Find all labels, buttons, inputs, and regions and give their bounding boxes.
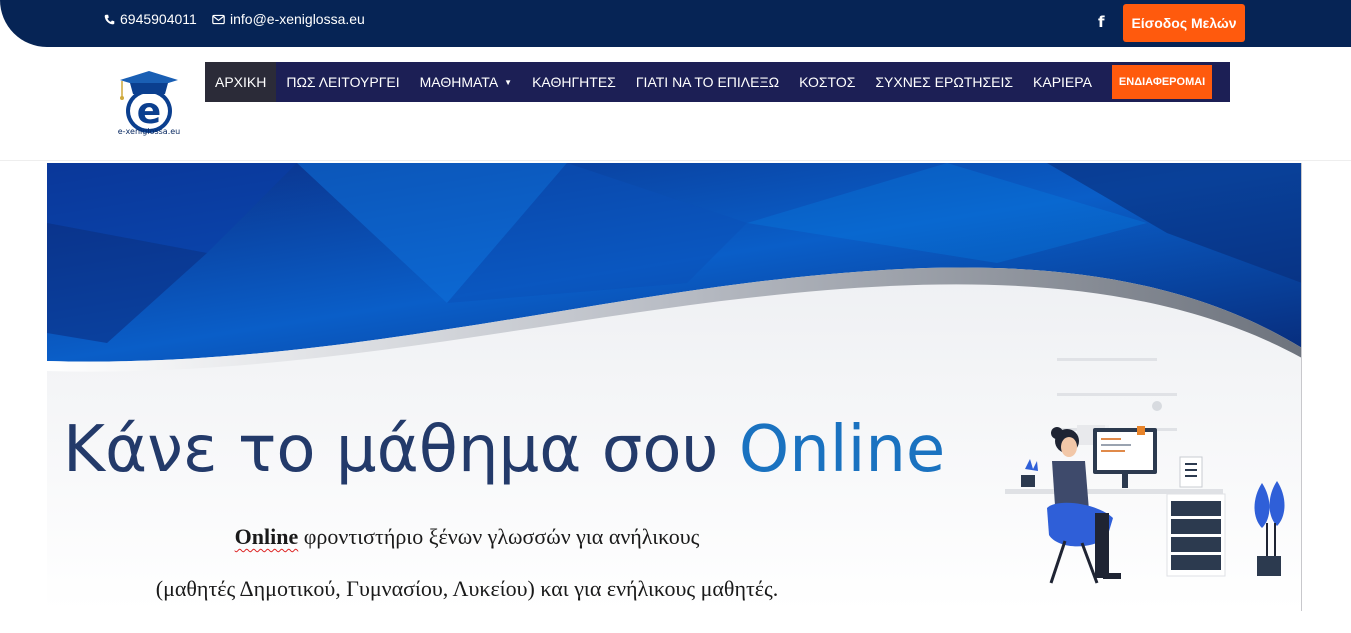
nav-item-label: ΣΥΧΝΕΣ ΕΡΩΤΗΣΕΙΣ bbox=[875, 74, 1014, 90]
nav-item-label: ΠΩΣ ΛΕΙΤΟΥΡΓΕΙ bbox=[286, 74, 400, 90]
site-header: e e-xeniglossa.eu ΑΡΧΙΚΗ ΠΩΣ ΛΕΙΤΟΥΡΓΕΙ … bbox=[0, 47, 1351, 161]
nav-item-label: ΚΑΘΗΓΗΤΕΣ bbox=[532, 74, 616, 90]
nav-item-home[interactable]: ΑΡΧΙΚΗ bbox=[205, 62, 277, 102]
hero-headline: Κάνε το μάθημα σου Online bbox=[63, 413, 945, 487]
member-login-button[interactable]: Είσοδος Μελών bbox=[1123, 4, 1245, 42]
facebook-icon[interactable]: f bbox=[1098, 13, 1105, 31]
headline-accent: Online bbox=[738, 413, 946, 487]
phone-icon bbox=[104, 14, 115, 24]
nav-item-label: ΓΙΑΤΙ ΝΑ ΤΟ ΕΠΙΛΕΞΩ bbox=[635, 74, 780, 90]
nav-item-courses[interactable]: ΜΑΘΗΜΑΤΑ ▼ bbox=[410, 62, 522, 102]
top-bar: 6945904011 info@e-xeniglossa.eu f Είσοδο… bbox=[0, 0, 1351, 47]
nav-item-why-choose[interactable]: ΓΙΑΤΙ ΝΑ ΤΟ ΕΠΙΛΕΞΩ bbox=[626, 62, 789, 102]
main-navigation: ΑΡΧΙΚΗ ΠΩΣ ΛΕΙΤΟΥΡΓΕΙ ΜΑΘΗΜΑΤΑ ▼ ΚΑΘΗΓΗΤΕ… bbox=[205, 62, 1230, 102]
hero-banner: Κάνε το μάθημα σου Online Online φροντισ… bbox=[47, 163, 1302, 611]
logo-caption: e-xeniglossa.eu bbox=[117, 127, 181, 136]
phone-number: 6945904011 bbox=[120, 11, 197, 27]
envelope-icon bbox=[212, 14, 225, 24]
email-contact[interactable]: info@e-xeniglossa.eu bbox=[212, 11, 365, 27]
nav-item-career[interactable]: ΚΑΡΙΕΡΑ bbox=[1023, 62, 1102, 102]
subline-text: φροντιστήριο ξένων γλωσσών για ανήλικους bbox=[298, 524, 700, 549]
logo-letter: e bbox=[137, 91, 161, 132]
phone-contact[interactable]: 6945904011 bbox=[104, 11, 197, 27]
nav-item-cost[interactable]: ΚΟΣΤΟΣ bbox=[789, 62, 865, 102]
nav-item-label: ΚΟΣΤΟΣ bbox=[799, 74, 856, 90]
nav-item-label: ΑΡΧΙΚΗ bbox=[215, 74, 267, 90]
nav-item-teachers[interactable]: ΚΑΘΗΓΗΤΕΣ bbox=[522, 62, 626, 102]
headline-text: Κάνε το μάθημα σου bbox=[63, 413, 739, 487]
caret-down-icon: ▼ bbox=[504, 77, 513, 87]
interested-button[interactable]: ΕΝΔΙΑΦΕΡΟΜΑΙ bbox=[1111, 65, 1213, 99]
subline-bold: Online bbox=[234, 524, 299, 549]
nav-item-label: ΜΑΘΗΜΑΤΑ bbox=[419, 74, 499, 90]
hero-subline-2: (μαθητές Δημοτικού, Γυμνασίου, Λυκείου) … bbox=[155, 576, 779, 601]
hero-subline-1: Online φροντιστήριο ξένων γλωσσών για αν… bbox=[47, 524, 887, 550]
nav-item-how-it-works[interactable]: ΠΩΣ ΛΕΙΤΟΥΡΓΕΙ bbox=[276, 62, 409, 102]
nav-item-faq[interactable]: ΣΥΧΝΕΣ ΕΡΩΤΗΣΕΙΣ bbox=[865, 62, 1023, 102]
email-address: info@e-xeniglossa.eu bbox=[230, 11, 365, 27]
nav-item-label: ΚΑΡΙΕΡΑ bbox=[1033, 74, 1092, 90]
